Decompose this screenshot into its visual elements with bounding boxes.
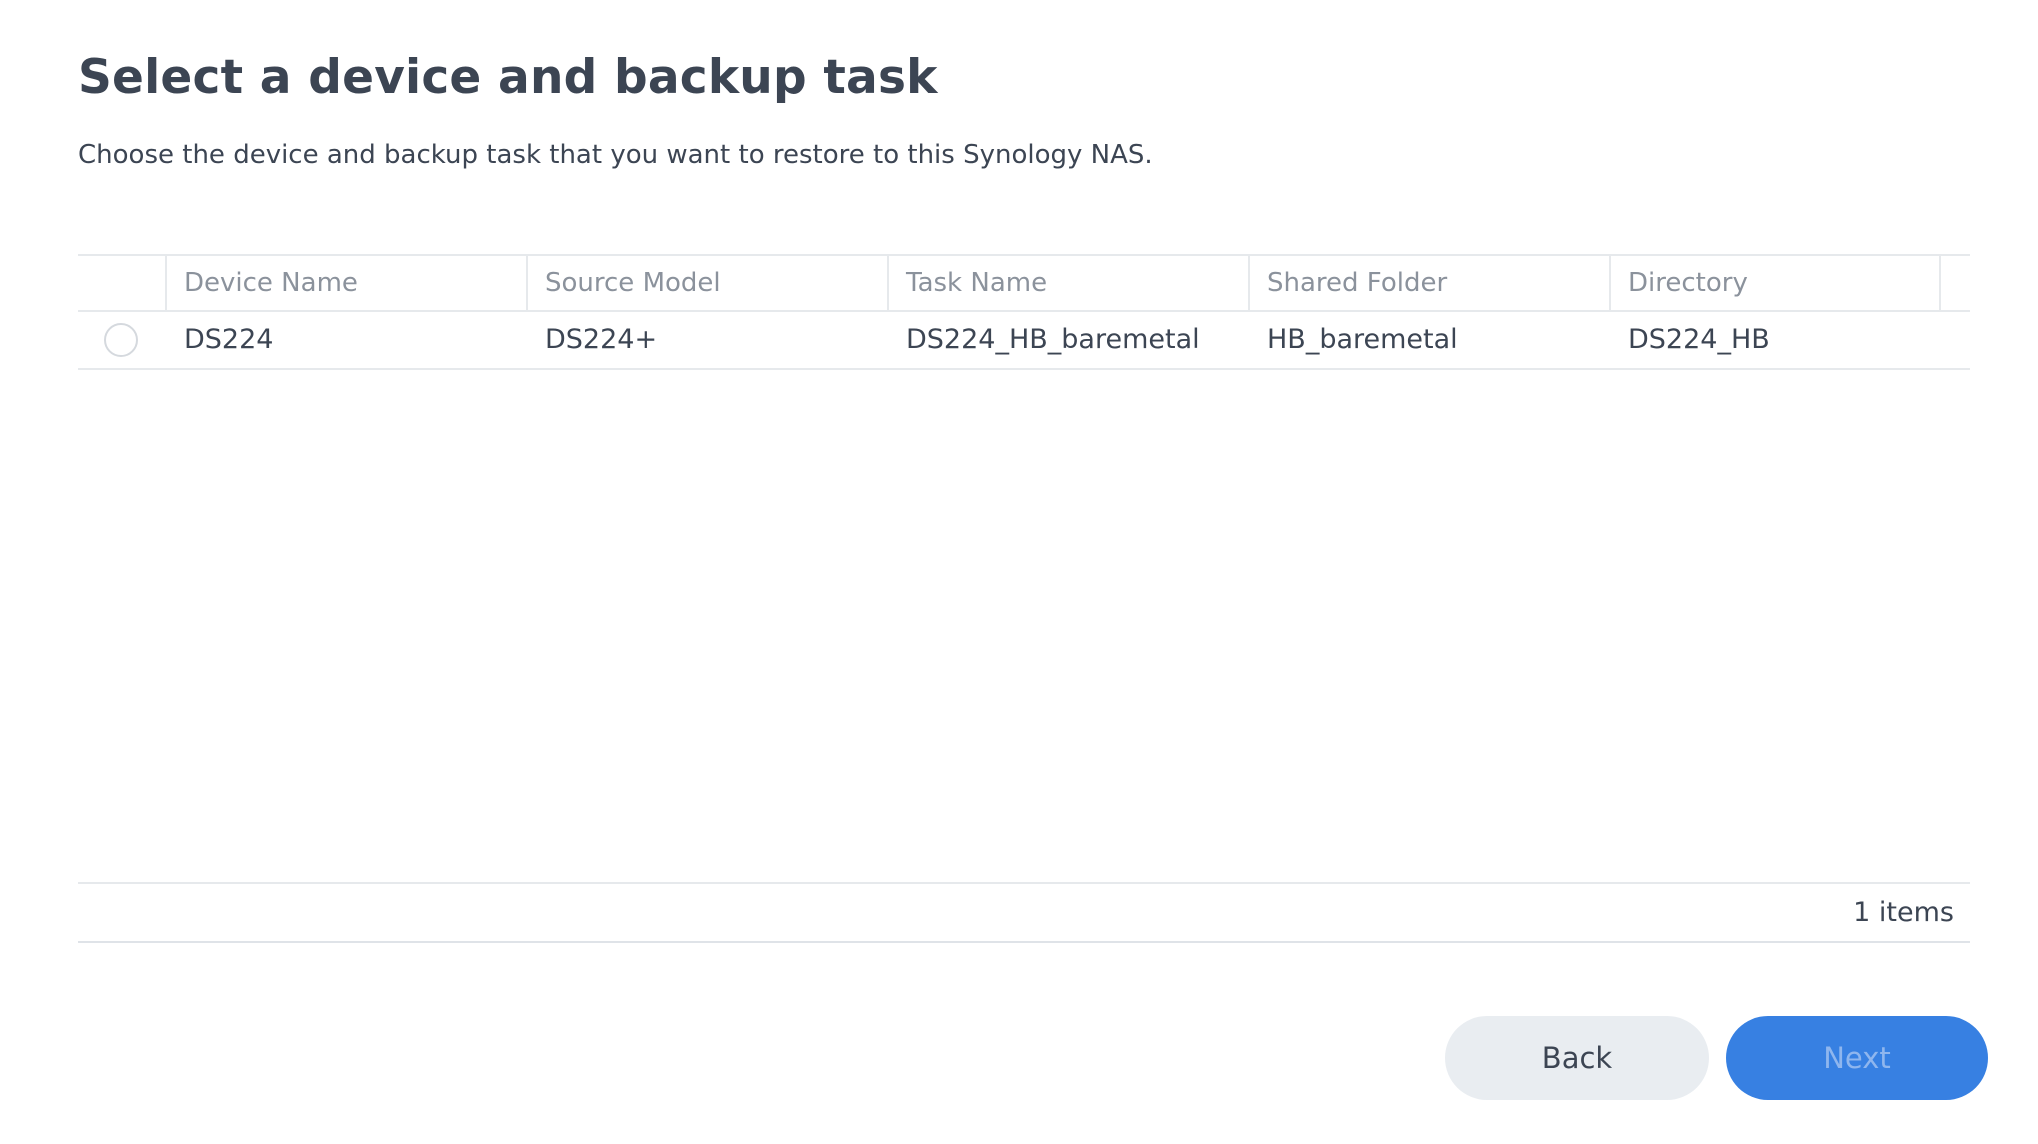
backup-task-grid: Device Name Source Model Task Name Share… (78, 254, 1970, 943)
header-select-column (78, 256, 165, 310)
grid-footer: 1 items (78, 882, 1970, 943)
item-count: 1 items (1853, 897, 1954, 928)
column-header-source-model[interactable]: Source Model (526, 256, 887, 310)
column-header-spacer (1939, 256, 1970, 310)
cell-directory: DS224_HB (1628, 324, 1770, 355)
column-header-shared-folder[interactable]: Shared Folder (1248, 256, 1609, 310)
back-button[interactable]: Back (1445, 1016, 1709, 1100)
grid-header: Device Name Source Model Task Name Share… (78, 254, 1970, 312)
next-button[interactable]: Next (1726, 1016, 1988, 1100)
cell-device-name: DS224 (184, 324, 274, 355)
cell-shared-folder: HB_baremetal (1267, 324, 1458, 355)
cell-source-model: DS224+ (545, 324, 658, 355)
column-header-directory[interactable]: Directory (1609, 256, 1939, 310)
page-subtitle: Choose the device and backup task that y… (78, 140, 1153, 170)
column-header-task-name[interactable]: Task Name (887, 256, 1248, 310)
cell-task-name: DS224_HB_baremetal (906, 324, 1200, 355)
column-header-device-name[interactable]: Device Name (165, 256, 526, 310)
page-title: Select a device and backup task (78, 50, 938, 105)
row-select-radio[interactable] (104, 323, 138, 357)
table-row[interactable]: DS224 DS224+ DS224_HB_baremetal HB_barem… (78, 312, 1970, 370)
